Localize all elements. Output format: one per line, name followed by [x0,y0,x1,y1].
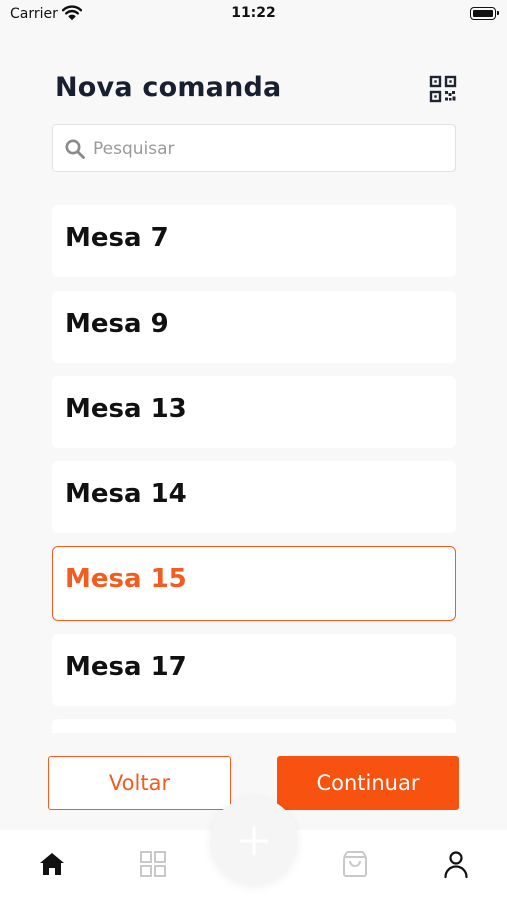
list-item-mesa-15-selected[interactable]: Mesa 15 [52,546,456,621]
status-time: 11:22 [231,5,276,21]
list-item-mesa-13[interactable]: Mesa 13 [52,376,456,448]
list-item-partial[interactable] [52,719,456,733]
back-button[interactable]: Voltar [48,756,231,810]
list-item-label: Mesa 13 [65,394,187,424]
grid-icon [140,851,166,877]
search-input[interactable] [93,135,433,163]
list-item-label: Mesa 14 [65,479,187,509]
search-icon [65,139,85,159]
tab-cart[interactable] [339,848,371,880]
search-box[interactable] [52,124,456,172]
qr-code-button[interactable] [429,75,457,103]
tab-home[interactable] [36,848,68,880]
home-icon [40,853,64,875]
bag-icon [343,851,367,877]
tab-grid[interactable] [137,848,169,880]
status-bar: Carrier 11:22 [0,0,507,30]
list-item-mesa-7[interactable]: Mesa 7 [52,205,456,277]
tab-profile[interactable] [440,848,472,880]
qr-code-icon [429,75,457,103]
list-item-label: Mesa 9 [65,309,169,339]
list-item-mesa-9[interactable]: Mesa 9 [52,291,456,363]
table-list[interactable]: Mesa 7 Mesa 9 Mesa 13 Mesa 14 Mesa 15 Me… [52,205,456,733]
list-item-mesa-17[interactable]: Mesa 17 [52,634,456,706]
list-item-label: Mesa 7 [65,223,169,253]
plus-icon [239,826,269,856]
add-button[interactable] [210,797,298,885]
continue-button[interactable]: Continuar [277,756,459,810]
list-item-label: Mesa 15 [65,564,187,594]
list-item-mesa-14[interactable]: Mesa 14 [52,461,456,533]
user-icon [444,851,468,879]
list-item-label: Mesa 17 [65,652,187,682]
page-title: Nova comanda [55,72,282,103]
battery-icon [470,7,499,20]
